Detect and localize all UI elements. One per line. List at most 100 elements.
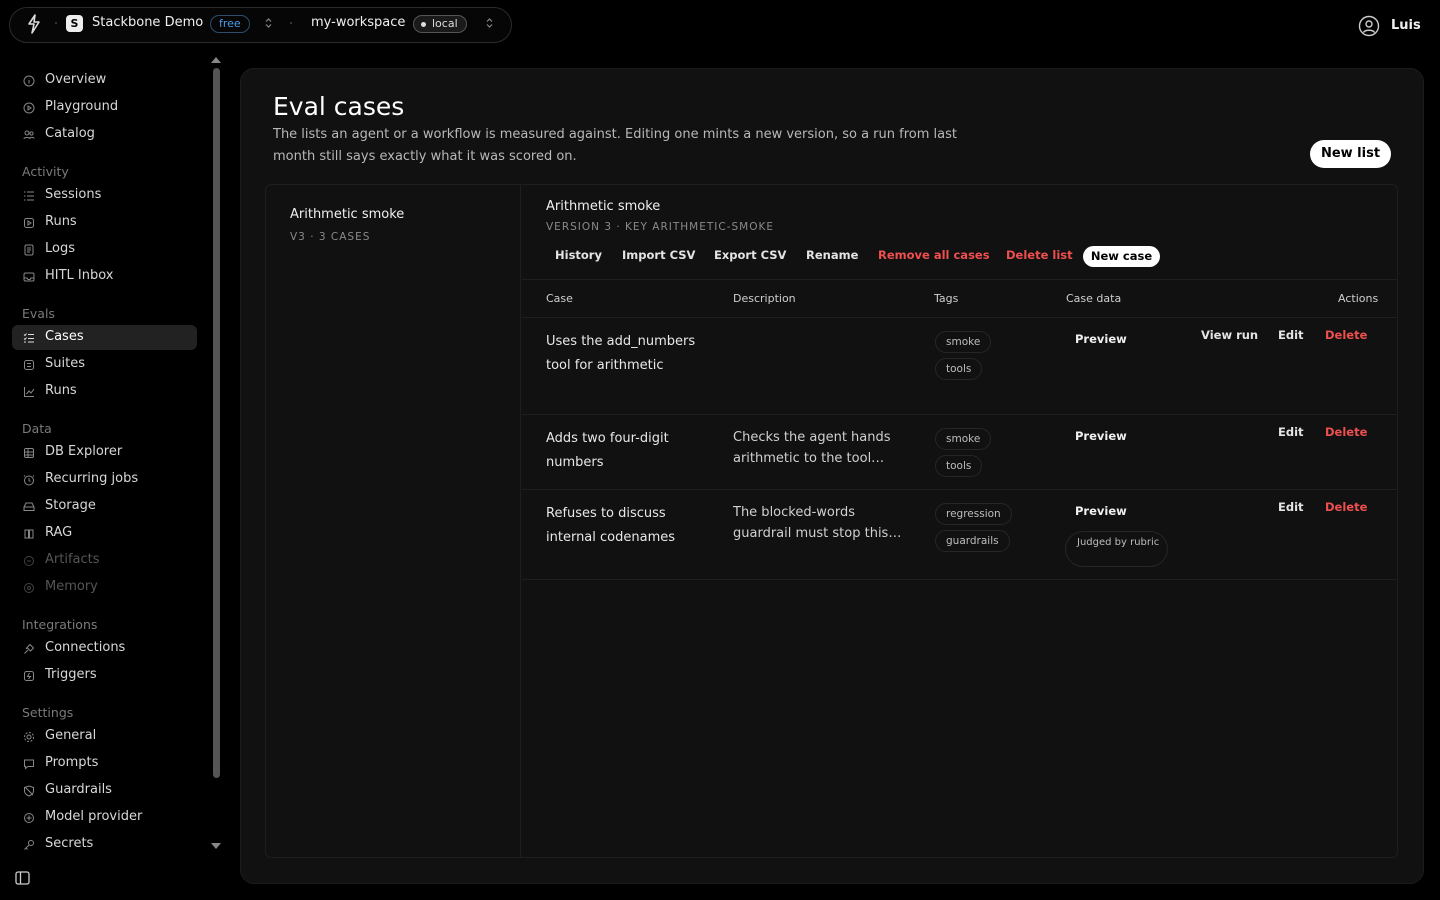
sidebar-item-label: Runs (45, 383, 77, 398)
plan-badge: free (210, 15, 250, 33)
separator (55, 22, 57, 24)
table-row-description: Checks the agent hands arithmetic to the… (733, 430, 891, 466)
sidebar-item-secrets[interactable]: Secrets (12, 832, 197, 857)
sidebar-item-prompts[interactable]: Prompts (12, 751, 197, 776)
sidebar-item-overview[interactable]: Overview (12, 68, 197, 93)
tag-badge: regression (935, 503, 1012, 525)
section-title-integrations: Integrations (22, 617, 98, 632)
table-row-case: Refuses to discuss internal codenames (546, 506, 676, 545)
table-row-case: Adds two four-digit numbers (546, 431, 669, 470)
page-title: Eval cases (273, 92, 405, 121)
sidebar-item-recurring-jobs[interactable]: Recurring jobs (12, 467, 197, 492)
list-icon (24, 191, 34, 201)
sidebar-item-label: Storage (45, 498, 96, 513)
scroll-down-arrow-icon[interactable] (211, 843, 221, 849)
separator (290, 22, 292, 24)
delete-button[interactable]: Delete (1325, 328, 1367, 342)
import-csv-button[interactable]: Import CSV (622, 248, 695, 262)
export-csv-button[interactable]: Export CSV (714, 248, 786, 262)
project-name[interactable]: Stackbone Demo (92, 15, 203, 30)
key-icon (24, 840, 34, 850)
rename-button[interactable]: Rename (806, 248, 858, 262)
sidebar-item-connections[interactable]: Connections (12, 636, 197, 661)
plug-icon (24, 643, 35, 654)
sidebar-item-hitl-inbox[interactable]: HITL Inbox (12, 264, 197, 289)
agents-icon (23, 130, 35, 140)
rag-icon (24, 529, 34, 539)
project-avatar: S (66, 15, 83, 32)
file-icon (24, 244, 34, 256)
page-subtitle: The lists an agent or a workflow is meas… (273, 127, 957, 164)
prompt-icon (24, 759, 34, 770)
shield-icon (24, 785, 34, 797)
preview-button[interactable]: Preview (1075, 332, 1127, 346)
user-avatar-icon[interactable] (1358, 15, 1380, 37)
sidebar-item-label: HITL Inbox (45, 268, 114, 283)
tag-badge: smoke (935, 428, 992, 450)
database-icon (24, 448, 34, 458)
sidebar-item-playground[interactable]: Playground (12, 95, 197, 120)
sidebar-item-label: General (45, 728, 97, 743)
sidebar-item-label: Model provider (45, 809, 143, 824)
sidebar-collapse-icon[interactable] (15, 871, 30, 885)
sidebar-item-triggers[interactable]: Triggers (12, 663, 197, 688)
sidebar-item-sessions[interactable]: Sessions (12, 183, 197, 208)
stackbone-logo-icon[interactable] (24, 13, 44, 35)
history-button[interactable]: History (555, 248, 602, 262)
sidebar-item-suites[interactable]: Suites (12, 352, 197, 377)
list-item-name[interactable]: Arithmetic smoke (290, 207, 404, 222)
sidebar: Overview Playground Catalog Activity Ses… (0, 52, 208, 862)
sidebar-item-label: DB Explorer (45, 444, 123, 459)
delete-button[interactable]: Delete (1325, 425, 1367, 439)
detail-meta: VERSION 3 · KEY ARITHMETIC-SMOKE (546, 221, 775, 233)
remove-all-cases-button[interactable]: Remove all cases (878, 248, 990, 262)
play-icon (23, 102, 35, 114)
section-title-data: Data (22, 421, 52, 436)
detail-title: Arithmetic smoke (546, 199, 661, 214)
sidebar-item-catalog[interactable]: Catalog (12, 122, 197, 147)
sidebar-item-label: Runs (45, 214, 77, 229)
sidebar-item-db-explorer[interactable]: DB Explorer (12, 440, 197, 465)
new-case-button[interactable]: New case (1083, 246, 1160, 267)
sidebar-item-storage[interactable]: Storage (12, 494, 197, 519)
edit-button[interactable]: Edit (1278, 328, 1304, 342)
new-list-button[interactable]: New list (1310, 140, 1391, 168)
edit-button[interactable]: Edit (1278, 425, 1304, 439)
sidebar-item-cases[interactable]: Cases (12, 325, 197, 350)
sidebar-item-general[interactable]: General (12, 724, 197, 749)
sidebar-item-eval-runs[interactable]: Runs (12, 379, 197, 404)
workspace-selector-chevron-icon[interactable] (485, 17, 494, 29)
suites-icon (24, 360, 34, 370)
sidebar-item-label: Triggers (45, 667, 97, 682)
divider (522, 579, 1397, 580)
sidebar-item-model-provider[interactable]: Model provider (12, 805, 197, 830)
workspace-name[interactable]: my-workspace (311, 15, 405, 30)
storage-icon (23, 502, 35, 511)
gear-icon (24, 732, 34, 742)
column-header-tags: Tags (934, 292, 959, 305)
inbox-icon (23, 272, 35, 282)
preview-button[interactable]: Preview (1075, 504, 1127, 518)
sidebar-item-guardrails[interactable]: Guardrails (12, 778, 197, 803)
tag-badge: tools (935, 455, 983, 477)
tag-badge: guardrails (935, 530, 1010, 552)
tag-badge: smoke (935, 331, 992, 353)
sidebar-item-rag[interactable]: RAG (12, 521, 197, 546)
preview-button[interactable]: Preview (1075, 429, 1127, 443)
judged-badge: Judged by rubric (1065, 531, 1168, 567)
sidebar-item-label: Guardrails (45, 782, 112, 797)
view-run-button[interactable]: View run (1201, 328, 1258, 342)
section-title-settings: Settings (22, 705, 74, 720)
sidebar-item-label: Cases (45, 329, 84, 344)
scroll-up-arrow-icon[interactable] (211, 57, 221, 63)
sidebar-item-logs[interactable]: Logs (12, 237, 197, 262)
user-name[interactable]: Luis (1391, 18, 1421, 33)
sidebar-item-runs[interactable]: Runs (12, 210, 197, 235)
sidebar-scrollbar[interactable] (213, 68, 220, 778)
edit-button[interactable]: Edit (1278, 500, 1304, 514)
column-header-case-data: Case data (1066, 292, 1122, 305)
delete-button[interactable]: Delete (1325, 500, 1367, 514)
delete-list-button[interactable]: Delete list (1006, 248, 1073, 262)
runs-icon (24, 218, 34, 228)
project-selector-chevron-icon[interactable] (264, 17, 273, 29)
